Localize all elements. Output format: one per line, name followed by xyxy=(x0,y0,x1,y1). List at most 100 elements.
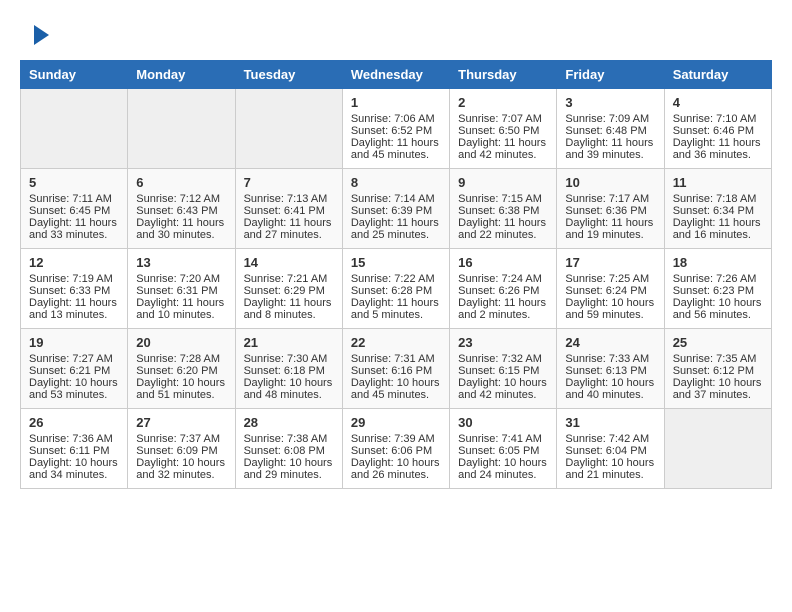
day-info: Sunrise: 7:33 AM xyxy=(565,353,655,365)
calendar-cell: 25Sunrise: 7:35 AMSunset: 6:12 PMDayligh… xyxy=(664,329,771,409)
calendar-cell: 12Sunrise: 7:19 AMSunset: 6:33 PMDayligh… xyxy=(21,249,128,329)
day-number: 28 xyxy=(244,415,334,430)
day-info: Sunrise: 7:27 AM xyxy=(29,353,119,365)
day-number: 23 xyxy=(458,335,548,350)
calendar-cell: 13 Sunrise: 7:20 AMSunset: 6:31 PMDayligh… xyxy=(128,249,235,329)
calendar-cell xyxy=(664,409,771,489)
day-info: Sunrise: 7:38 AM xyxy=(244,433,334,445)
day-number: 30 xyxy=(458,415,548,430)
day-info: Daylight: 11 hours and 45 minutes. xyxy=(351,137,441,161)
calendar-cell: 26Sunrise: 7:36 AMSunset: 6:11 PMDayligh… xyxy=(21,409,128,489)
calendar-cell: 7Sunrise: 7:13 AMSunset: 6:41 PMDaylight… xyxy=(235,169,342,249)
day-info: Sunrise: 7:32 AM xyxy=(458,353,548,365)
day-info: Sunset: 6:09 PM xyxy=(136,445,226,457)
day-number: 31 xyxy=(565,415,655,430)
day-number: 2 xyxy=(458,95,548,110)
day-number: 13 xyxy=(136,255,226,270)
day-info: Sunrise: 7:14 AM xyxy=(351,193,441,205)
day-info: Sunrise: 7:09 AM xyxy=(565,113,655,125)
day-info: Sunset: 6:26 PM xyxy=(458,285,548,297)
day-info: Sunrise: 7:42 AM xyxy=(565,433,655,445)
day-header-saturday: Saturday xyxy=(664,61,771,89)
day-info: Sunrise: 7:35 AM xyxy=(673,353,763,365)
calendar-cell: 18Sunrise: 7:26 AMSunset: 6:23 PMDayligh… xyxy=(664,249,771,329)
day-info: Daylight: 10 hours and 26 minutes. xyxy=(351,457,441,481)
day-info: Daylight: 11 hours and 39 minutes. xyxy=(565,137,655,161)
day-info: Daylight: 11 hours and 27 minutes. xyxy=(244,217,334,241)
day-number: 17 xyxy=(565,255,655,270)
day-info: Sunset: 6:38 PM xyxy=(458,205,548,217)
day-info: Sunset: 6:34 PM xyxy=(673,205,763,217)
day-info: Sunset: 6:43 PM xyxy=(136,205,226,217)
day-info: Sunset: 6:06 PM xyxy=(351,445,441,457)
day-info: Daylight: 11 hours and 33 minutes. xyxy=(29,217,119,241)
day-info: Sunrise: 7:10 AM xyxy=(673,113,763,125)
day-header-thursday: Thursday xyxy=(450,61,557,89)
day-number: 9 xyxy=(458,175,548,190)
day-info: Sunset: 6:50 PM xyxy=(458,125,548,137)
day-info: Sunrise: 7:18 AM xyxy=(673,193,763,205)
day-info: Daylight: 11 hours and 25 minutes. xyxy=(351,217,441,241)
day-info: Sunset: 6:46 PM xyxy=(673,125,763,137)
day-info: Sunset: 6:05 PM xyxy=(458,445,548,457)
day-info: Daylight: 10 hours and 56 minutes. xyxy=(673,297,763,321)
day-info: Sunset: 6:16 PM xyxy=(351,365,441,377)
calendar-cell: 3 Sunrise: 7:09 AMSunset: 6:48 PMDaylight… xyxy=(557,89,664,169)
day-info: Sunset: 6:08 PM xyxy=(244,445,334,457)
day-info: Daylight: 10 hours and 37 minutes. xyxy=(673,377,763,401)
day-header-sunday: Sunday xyxy=(21,61,128,89)
day-info: Sunset: 6:31 PM xyxy=(136,285,226,297)
day-info: Daylight: 10 hours and 45 minutes. xyxy=(351,377,441,401)
day-info: Sunset: 6:33 PM xyxy=(29,285,119,297)
day-info: Sunrise: 7:36 AM xyxy=(29,433,119,445)
day-info: Daylight: 11 hours and 36 minutes. xyxy=(673,137,763,161)
day-header-friday: Friday xyxy=(557,61,664,89)
day-info: Sunset: 6:20 PM xyxy=(136,365,226,377)
day-number: 29 xyxy=(351,415,441,430)
day-number: 3 xyxy=(565,95,655,110)
day-info: Sunrise: 7:37 AM xyxy=(136,433,226,445)
day-info: Sunrise: 7:15 AM xyxy=(458,193,548,205)
day-info: Daylight: 11 hours and 10 minutes. xyxy=(136,297,226,321)
day-info: Daylight: 10 hours and 40 minutes. xyxy=(565,377,655,401)
day-info: Daylight: 11 hours and 30 minutes. xyxy=(136,217,226,241)
day-info: Sunset: 6:48 PM xyxy=(565,125,655,137)
day-info: Sunrise: 7:20 AM xyxy=(136,273,226,285)
day-number: 5 xyxy=(29,175,119,190)
day-info: Daylight: 10 hours and 21 minutes. xyxy=(565,457,655,481)
calendar-cell: 31Sunrise: 7:42 AMSunset: 6:04 PMDayligh… xyxy=(557,409,664,489)
day-number: 20 xyxy=(136,335,226,350)
page-header xyxy=(20,20,772,50)
calendar-cell: 20Sunrise: 7:28 AMSunset: 6:20 PMDayligh… xyxy=(128,329,235,409)
day-number: 7 xyxy=(244,175,334,190)
day-info: Sunrise: 7:17 AM xyxy=(565,193,655,205)
day-number: 12 xyxy=(29,255,119,270)
day-info: Sunrise: 7:30 AM xyxy=(244,353,334,365)
day-info: Sunrise: 7:31 AM xyxy=(351,353,441,365)
day-info: Daylight: 11 hours and 5 minutes. xyxy=(351,297,441,321)
day-info: Sunrise: 7:06 AM xyxy=(351,113,441,125)
day-number: 18 xyxy=(673,255,763,270)
day-info: Daylight: 10 hours and 53 minutes. xyxy=(29,377,119,401)
calendar-cell: 30Sunrise: 7:41 AMSunset: 6:05 PMDayligh… xyxy=(450,409,557,489)
day-number: 19 xyxy=(29,335,119,350)
calendar-cell: 23Sunrise: 7:32 AMSunset: 6:15 PMDayligh… xyxy=(450,329,557,409)
day-info: Sunset: 6:18 PM xyxy=(244,365,334,377)
calendar-cell: 29 Sunrise: 7:39 AMSunset: 6:06 PMDayligh… xyxy=(342,409,449,489)
day-number: 1 xyxy=(351,95,441,110)
day-info: Daylight: 11 hours and 19 minutes. xyxy=(565,217,655,241)
calendar-cell: 28Sunrise: 7:38 AMSunset: 6:08 PMDayligh… xyxy=(235,409,342,489)
day-number: 14 xyxy=(244,255,334,270)
day-info: Sunrise: 7:28 AM xyxy=(136,353,226,365)
day-info: Sunset: 6:15 PM xyxy=(458,365,548,377)
day-number: 10 xyxy=(565,175,655,190)
day-info: Sunrise: 7:22 AM xyxy=(351,273,441,285)
day-info: Sunset: 6:52 PM xyxy=(351,125,441,137)
day-info: Daylight: 10 hours and 48 minutes. xyxy=(244,377,334,401)
calendar-cell: 4Sunrise: 7:10 AMSunset: 6:46 PMDaylight… xyxy=(664,89,771,169)
calendar-cell: 10Sunrise: 7:17 AMSunset: 6:36 PMDayligh… xyxy=(557,169,664,249)
calendar-cell: 14Sunrise: 7:21 AMSunset: 6:29 PMDayligh… xyxy=(235,249,342,329)
day-info: Daylight: 10 hours and 34 minutes. xyxy=(29,457,119,481)
day-info: Sunrise: 7:39 AM xyxy=(351,433,441,445)
day-number: 22 xyxy=(351,335,441,350)
